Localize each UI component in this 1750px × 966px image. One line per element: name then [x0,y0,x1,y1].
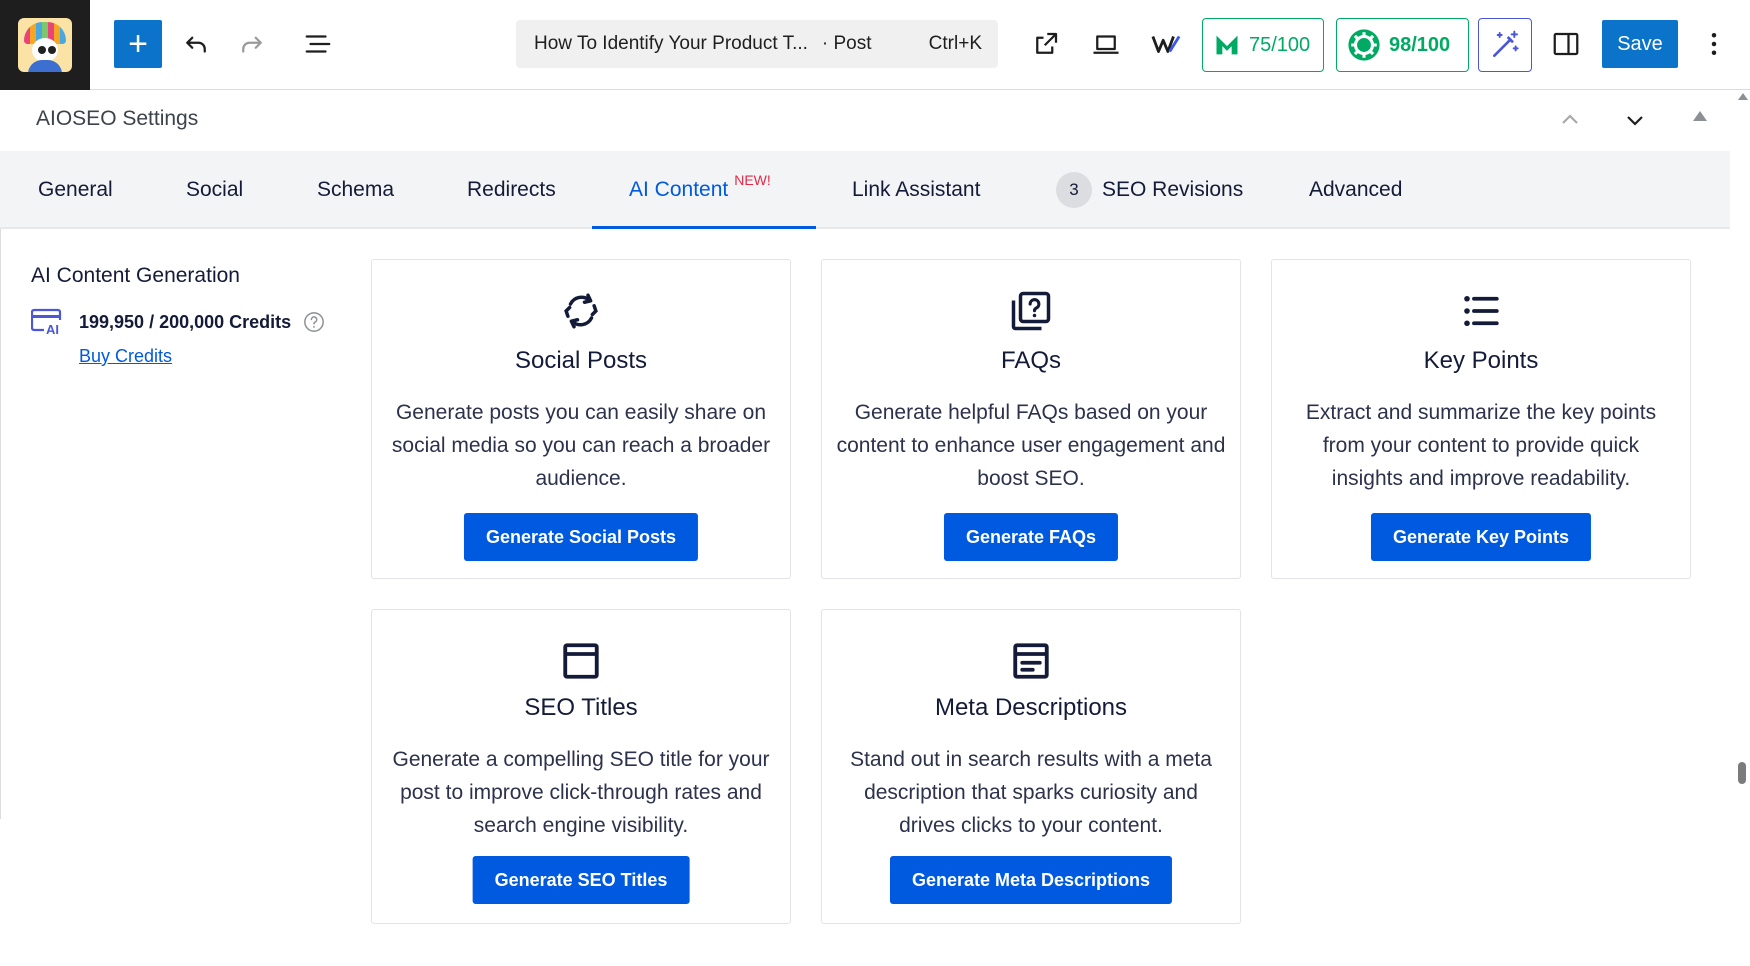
generate-social-posts-button[interactable]: Generate Social Posts [463,513,699,561]
list-view-icon [305,35,331,53]
tab-social[interactable]: Social [186,151,243,229]
m-score-icon [1216,35,1238,55]
post-title-text: How To Identify Your Product T... [534,33,808,54]
scroll-up-arrow-icon[interactable] [1738,93,1748,100]
card-description: Generate helpful FAQs based on your cont… [836,401,1226,490]
buy-credits-link[interactable]: Buy Credits [79,346,172,367]
title-window-icon [563,643,599,679]
faq-question-icon [1011,291,1051,331]
move-up-button[interactable] [1555,105,1585,135]
refresh-arrows-icon [564,293,598,329]
faqs-card: FAQs Generate helpful FAQs based on your… [821,259,1241,579]
tab-link-assistant[interactable]: Link Assistant [852,151,980,229]
panda-logo-image [18,18,72,72]
list-icon [1464,295,1499,327]
editor-toolbar: + How To Identify Your Product T... · Po… [0,0,1750,90]
card-title: Social Posts [514,347,648,374]
generate-key-points-button[interactable]: Generate Key Points [1370,513,1592,561]
ai-credits-card-icon: AI [31,308,65,336]
active-tab-indicator [592,226,816,229]
add-block-button[interactable]: + [114,20,162,68]
help-question-icon[interactable] [303,311,325,333]
panel-title: AIOSEO Settings [36,107,199,130]
card-title: SEO Titles [524,694,638,721]
credits-row: AI 199,950 / 200,000 Credits [31,308,325,336]
chevron-up-icon [1562,114,1578,124]
content-score-badge[interactable]: 75/100 [1202,18,1324,72]
move-down-button[interactable] [1620,105,1650,135]
tab-advanced[interactable]: Advanced [1309,151,1402,229]
scrollbar-thumb[interactable] [1738,762,1746,784]
document-overview-button[interactable] [298,20,338,68]
generate-faqs-button[interactable]: Generate FAQs [943,513,1119,561]
magic-wand-icon [1493,30,1519,57]
card-description: Stand out in search results with a meta … [850,748,1212,837]
laptop-preview-icon [1093,35,1119,54]
social-posts-card: Social Posts Generate posts you can easi… [371,259,791,579]
settings-sidebar-toggle[interactable] [1546,20,1586,68]
ai-assistant-button[interactable] [1478,18,1532,72]
site-logo[interactable] [0,0,90,90]
meta-description-icon [1013,643,1049,679]
aioseo-panel-header: AIOSEO Settings [0,91,1730,151]
view-post-button[interactable] [1026,20,1066,68]
post-type-text: · Post [821,33,872,54]
tab-general[interactable]: General [38,151,113,229]
new-badge: NEW! [734,172,771,188]
tab-ai-content[interactable]: AI Content NEW! [629,151,771,229]
card-description: Generate posts you can easily share on s… [391,401,771,490]
tab-schema[interactable]: Schema [317,151,394,229]
seo-titles-card: SEO Titles Generate a compelling SEO tit… [371,609,791,924]
generate-meta-descriptions-button[interactable]: Generate Meta Descriptions [889,856,1173,904]
wordfence-button[interactable] [1146,20,1186,68]
keyboard-shortcut: Ctrl+K [928,33,982,54]
plus-icon: + [128,25,148,63]
meta-descriptions-card: Meta Descriptions Stand out in search re… [821,609,1241,924]
undo-icon [186,36,206,53]
aioseo-score-value: 98/100 [1389,33,1451,56]
save-button[interactable]: Save [1602,20,1678,68]
w-logo-icon [1151,35,1181,53]
command-palette-bar[interactable]: How To Identify Your Product T... · Post… [516,20,998,68]
aioseo-gear-icon [1348,29,1380,61]
card-description: Extract and summarize the key points fro… [1305,401,1657,490]
sidebar-panel-icon [1553,32,1579,56]
redo-icon [242,36,262,53]
preview-button[interactable] [1086,20,1126,68]
more-vertical-icon [1711,33,1717,55]
revisions-count-badge: 3 [1056,172,1092,208]
card-title: FAQs [1000,347,1061,374]
external-link-icon [1036,32,1058,54]
options-menu-button[interactable] [1694,20,1734,68]
collapse-panel-icon[interactable] [1693,111,1707,121]
credits-value: 199,950 / 200,000 Credits [79,311,292,332]
tab-seo-revisions-label: SEO Revisions [1102,178,1244,201]
panel-left-border [0,229,1,819]
content-score-value: 75/100 [1249,33,1311,56]
card-description: Generate a compelling SEO title for your… [392,748,770,837]
tab-ai-content-label: AI Content [629,178,729,201]
svg-text:AI: AI [46,322,59,336]
ai-content-generation-title: AI Content Generation [31,264,240,287]
aioseo-tabs: General Social Schema Redirects AI Conte… [0,151,1730,229]
aioseo-score-badge[interactable]: 98/100 [1336,18,1469,72]
key-points-card: Key Points Extract and summarize the key… [1271,259,1691,579]
card-title: Key Points [1423,347,1539,374]
card-title: Meta Descriptions [934,694,1128,721]
undo-button[interactable] [176,20,216,68]
redo-button[interactable] [232,20,272,68]
tab-seo-revisions[interactable]: 3 SEO Revisions [1056,151,1243,229]
generate-seo-titles-button[interactable]: Generate SEO Titles [472,856,690,904]
chevron-down-icon [1627,116,1643,126]
tab-redirects[interactable]: Redirects [467,151,556,229]
page-scrollbar[interactable] [1734,91,1750,966]
